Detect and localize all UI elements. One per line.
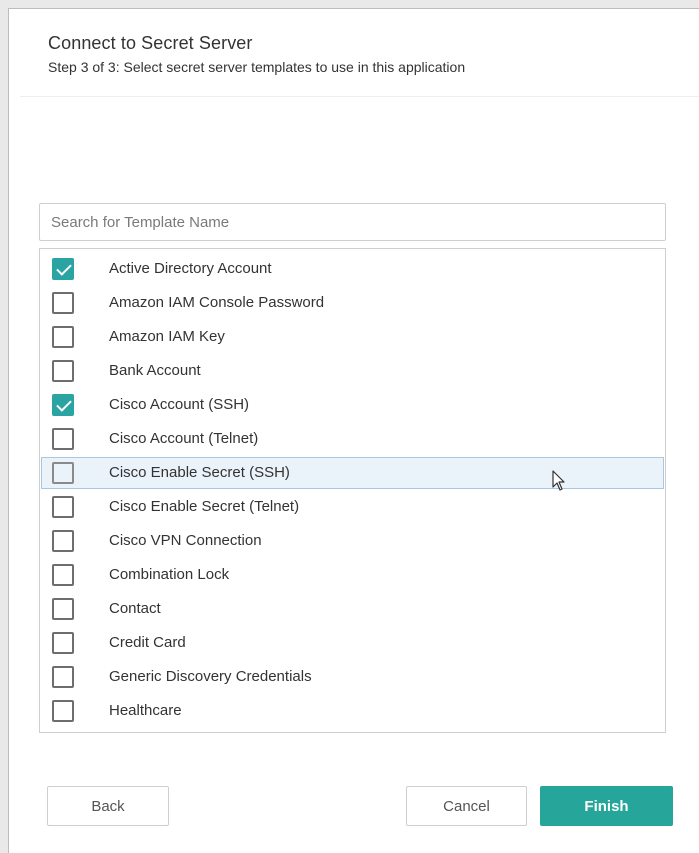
template-row[interactable]: Contact — [41, 593, 664, 625]
checkbox-unchecked[interactable] — [52, 292, 74, 314]
template-label: Cisco Enable Secret (Telnet) — [109, 498, 300, 515]
checkbox-unchecked[interactable] — [52, 326, 74, 348]
template-row[interactable]: Cisco VPN Connection — [41, 525, 664, 557]
checkbox-unchecked[interactable] — [52, 700, 74, 722]
template-label: Credit Card — [109, 634, 186, 651]
template-row[interactable]: Cisco Enable Secret (SSH) — [41, 457, 664, 489]
template-row[interactable]: Cisco Enable Secret (Telnet) — [41, 491, 664, 523]
checkbox-unchecked[interactable] — [52, 564, 74, 586]
template-label: Healthcare — [109, 702, 182, 719]
template-row[interactable]: Amazon IAM Console Password — [41, 287, 664, 319]
template-row[interactable]: Generic Discovery Credentials — [41, 661, 664, 693]
checkbox-unchecked[interactable] — [52, 428, 74, 450]
template-label: Contact — [109, 600, 161, 617]
template-row[interactable]: Combination Lock — [41, 559, 664, 591]
header-divider — [20, 96, 699, 97]
template-row[interactable]: Cisco Account (Telnet) — [41, 423, 664, 455]
checkbox-checked[interactable] — [52, 394, 74, 416]
dialog-subtitle: Step 3 of 3: Select secret server templa… — [48, 59, 466, 75]
template-label: Amazon IAM Console Password — [109, 294, 325, 311]
template-list: Active Directory Account Amazon IAM Conso… — [39, 248, 666, 733]
template-label: Generic Discovery Credentials — [109, 668, 312, 685]
cancel-button[interactable]: Cancel — [406, 786, 527, 826]
checkbox-unchecked[interactable] — [52, 496, 74, 518]
finish-button[interactable]: Finish — [540, 786, 673, 826]
checkbox-unchecked[interactable] — [52, 530, 74, 552]
template-label: Cisco Account (SSH) — [109, 396, 250, 413]
template-row[interactable]: Bank Account — [41, 355, 664, 387]
checkbox-checked[interactable] — [52, 258, 74, 280]
template-label: Cisco VPN Connection — [109, 532, 262, 549]
template-row[interactable]: Healthcare — [41, 695, 664, 727]
template-label: Amazon IAM Key — [109, 328, 225, 345]
template-label: Combination Lock — [109, 566, 230, 583]
checkbox-unchecked[interactable] — [52, 360, 74, 382]
template-row[interactable]: Cisco Account (SSH) — [41, 389, 664, 421]
template-label: Active Directory Account — [109, 260, 272, 277]
back-button[interactable]: Back — [47, 786, 169, 826]
checkbox-unchecked[interactable] — [52, 598, 74, 620]
template-label: Cisco Account (Telnet) — [109, 430, 259, 447]
template-row[interactable]: Credit Card — [41, 627, 664, 659]
checkbox-unchecked[interactable] — [52, 632, 74, 654]
template-label: Cisco Enable Secret (SSH) — [109, 464, 290, 481]
checkbox-unchecked[interactable] — [52, 666, 74, 688]
template-label: Bank Account — [109, 362, 201, 379]
checkbox-unchecked[interactable] — [52, 462, 74, 484]
template-search-input[interactable] — [39, 203, 666, 241]
mouse-pointer-icon — [552, 470, 565, 491]
template-row[interactable]: Active Directory Account — [41, 253, 664, 285]
dialog-title: Connect to Secret Server — [48, 33, 253, 53]
template-row[interactable]: Amazon IAM Key — [41, 321, 664, 353]
